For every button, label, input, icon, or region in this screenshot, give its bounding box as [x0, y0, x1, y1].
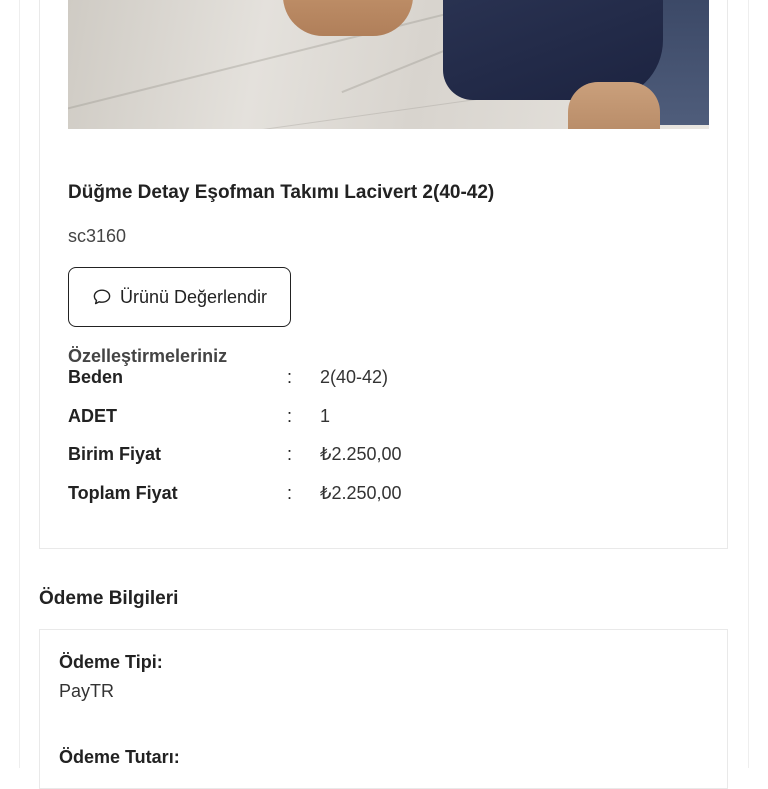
product-code: sc3160: [68, 226, 127, 246]
spec-value: 1: [320, 406, 331, 426]
spec-row-quantity: ADET : 1: [68, 406, 708, 430]
payment-type-value: PayTR: [59, 681, 115, 701]
customizations-heading: Özelleştirmeleriniz: [68, 346, 228, 366]
spec-separator: :: [287, 483, 293, 503]
spec-separator: :: [287, 406, 293, 426]
spec-label: Beden: [68, 367, 124, 387]
speech-bubble-icon: [93, 289, 111, 305]
review-product-button[interactable]: Ürünü Değerlendir: [68, 267, 291, 327]
spec-row-size: Beden : 2(40-42): [68, 367, 708, 391]
spec-row-total-price: Toplam Fiyat : ₺2.250,00: [68, 483, 708, 507]
product-title[interactable]: Düğme Detay Eşofman Takımı Lacivert 2(40…: [68, 182, 494, 204]
payment-section-title: Ödeme Bilgileri: [39, 588, 179, 609]
spec-row-unit-price: Birim Fiyat : ₺2.250,00: [68, 444, 708, 468]
payment-type-label: Ödeme Tipi:: [59, 652, 163, 672]
spec-value: 2(40-42): [320, 367, 389, 387]
container-border-right: [748, 0, 749, 768]
product-image[interactable]: [68, 0, 709, 129]
payment-amount-label: Ödeme Tutarı:: [59, 747, 180, 767]
shoe-shape: [568, 82, 660, 129]
spec-value: ₺2.250,00: [320, 483, 402, 503]
spec-label: ADET: [68, 406, 117, 426]
spec-label: Toplam Fiyat: [68, 483, 178, 503]
spec-label: Birim Fiyat: [68, 444, 162, 464]
floor-texture: [68, 9, 463, 113]
container-border-left: [19, 0, 20, 768]
review-button-label: Ürünü Değerlendir: [119, 286, 268, 307]
shoe-shape: [283, 0, 413, 36]
spec-value: ₺2.250,00: [320, 444, 402, 464]
spec-separator: :: [287, 444, 293, 464]
spec-separator: :: [287, 367, 293, 387]
